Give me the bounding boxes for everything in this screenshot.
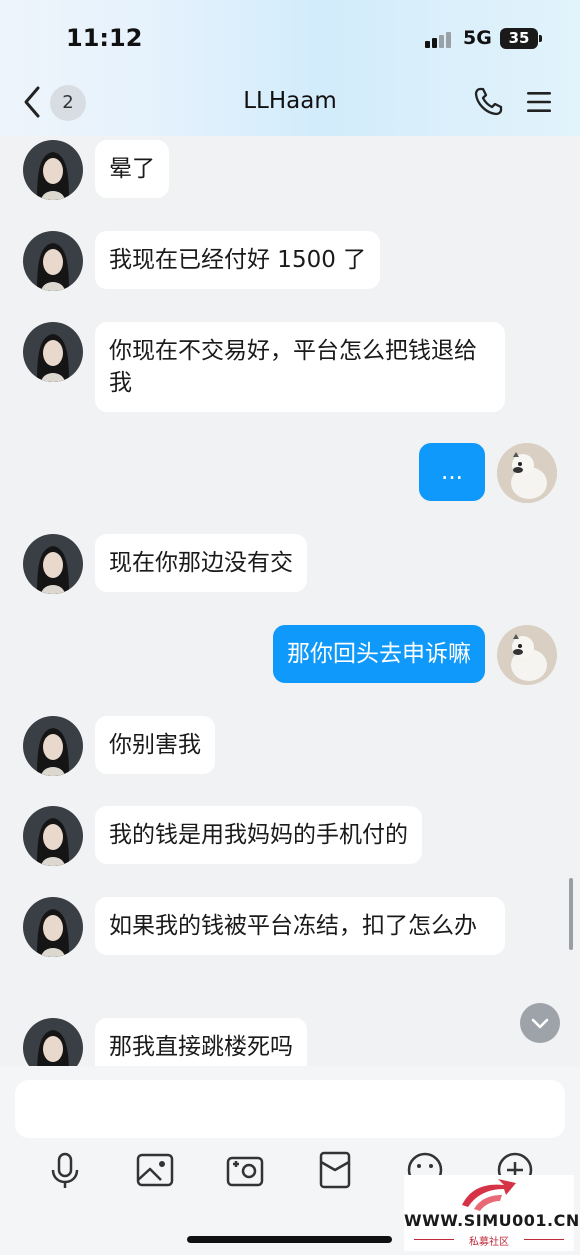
message-bubble[interactable]: 那我直接跳楼死吗 (95, 1018, 307, 1066)
chevron-down-icon (531, 1018, 549, 1029)
camera-icon (226, 1156, 264, 1187)
message-bubble[interactable]: 你别害我 (95, 716, 215, 774)
contact-avatar[interactable] (23, 322, 83, 382)
my-avatar[interactable] (497, 443, 557, 503)
message-bubble[interactable]: 你现在不交易好，平台怎么把钱退给我 (95, 322, 505, 412)
contact-avatar[interactable] (23, 897, 83, 957)
camera-button[interactable] (225, 1150, 265, 1190)
message-input[interactable] (15, 1080, 565, 1138)
call-button[interactable] (472, 86, 504, 118)
top-bar: 11:12 5G 35 2 LLHaam (0, 0, 580, 136)
contact-avatar[interactable] (23, 1018, 83, 1066)
image-icon (136, 1153, 174, 1187)
chevron-left-icon (24, 86, 40, 118)
message-bubble[interactable]: 如果我的钱被平台冻结，扣了怎么办 (95, 897, 505, 955)
microphone-icon (51, 1152, 79, 1188)
red-packet-button[interactable] (315, 1150, 355, 1190)
message-bubble[interactable]: 我的钱是用我妈妈的手机付的 (95, 806, 422, 864)
watermark-text: WWW.SIMU001.CN (404, 1211, 580, 1230)
image-button[interactable] (135, 1150, 175, 1190)
voice-button[interactable] (45, 1150, 85, 1190)
contact-avatar[interactable] (23, 534, 83, 594)
red-packet-icon (319, 1151, 351, 1189)
message-bubble[interactable]: 我现在已经付好 1500 了 (95, 231, 381, 289)
message-bubble[interactable]: 现在你那边没有交 (95, 534, 307, 592)
battery-icon: 35 (500, 28, 542, 49)
scrollbar[interactable] (569, 878, 573, 950)
phone-icon (474, 87, 503, 116)
message-bubble[interactable]: ... (419, 443, 485, 501)
signal-icon (425, 30, 453, 48)
watermark: WWW.SIMU001.CN 私募社区 (404, 1175, 580, 1251)
home-indicator (187, 1236, 392, 1243)
my-avatar[interactable] (497, 625, 557, 685)
contact-avatar[interactable] (23, 716, 83, 776)
network-type: 5G (463, 27, 492, 49)
message-bubble[interactable]: 那你回头去申诉嘛 (273, 625, 485, 683)
message-bubble[interactable]: 晕了 (95, 140, 169, 198)
menu-button[interactable] (525, 89, 553, 115)
unread-badge[interactable]: 2 (50, 85, 86, 121)
status-time: 11:12 (66, 24, 143, 52)
contact-avatar[interactable] (23, 806, 83, 866)
back-button[interactable] (18, 84, 48, 120)
watermark-subtitle: 私募社区 (469, 1237, 509, 1248)
watermark-logo-icon (462, 1179, 516, 1211)
message-list[interactable]: 晕了 我现在已经付好 1500 了 你现在不交易好，平台怎么把钱退给我 ... … (0, 136, 580, 1066)
contact-avatar[interactable] (23, 231, 83, 291)
chat-title: LLHaam (243, 88, 337, 114)
scroll-to-bottom-button[interactable] (520, 1003, 560, 1043)
contact-avatar[interactable] (23, 140, 83, 200)
hamburger-menu-icon (527, 92, 551, 112)
